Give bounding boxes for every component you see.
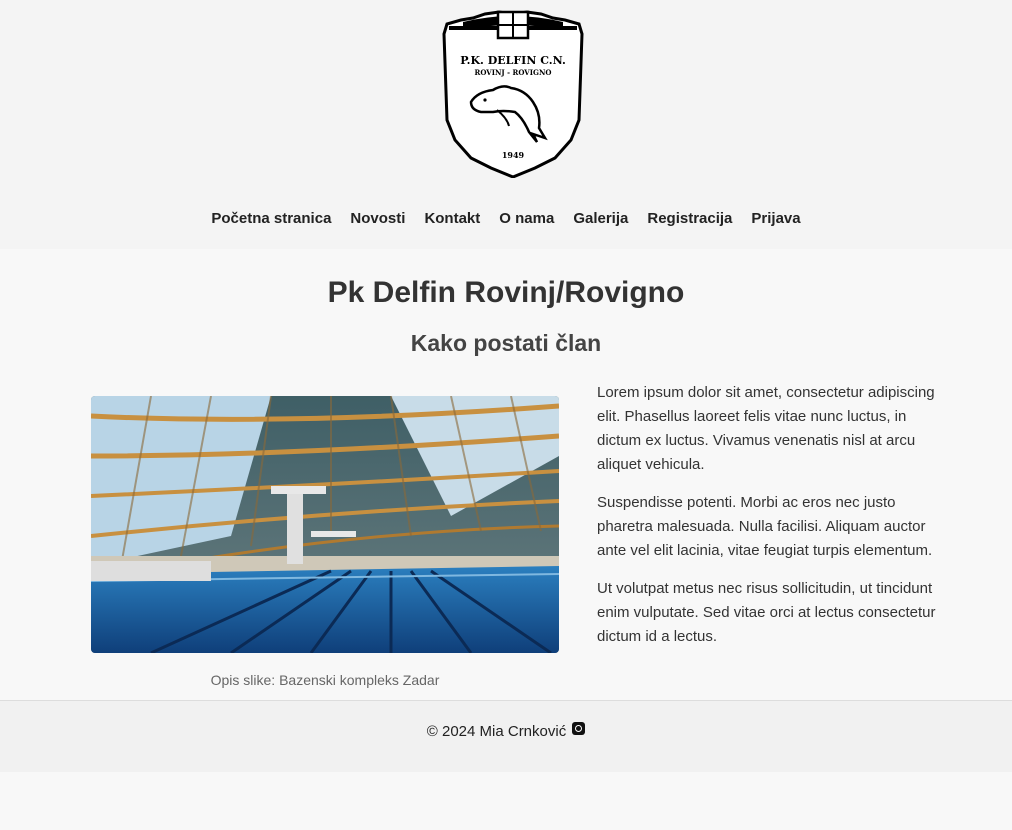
page-title: Pk Delfin Rovinj/Rovigno — [327, 276, 685, 309]
paragraph: Suspendisse potenti. Morbi ac eros nec j… — [597, 494, 933, 559]
logo-city-text: ROVINJ - ROVIGNO — [475, 68, 552, 77]
nav-item-about[interactable]: O nama — [499, 207, 554, 231]
content-text: Lorem ipsum dolor sit amet, consectetur … — [597, 381, 942, 663]
club-crest-logo[interactable]: P.K. DELFIN C.N. ROVINJ - ROVIGNO 1949 — [441, 10, 585, 178]
nav-item-contact[interactable]: Kontakt — [424, 207, 480, 231]
paragraph: Ut volutpat metus nec risus sollicitudin… — [597, 580, 936, 645]
copyright-text: © 2024 Mia Crnković — [426, 723, 567, 740]
site-footer: © 2024 Mia Crnković — [0, 700, 1012, 772]
logo-title-text: P.K. DELFIN C.N. — [460, 54, 566, 67]
nav-item-home[interactable]: Početna stranica — [211, 207, 331, 231]
page-subtitle: Kako postati član — [410, 330, 602, 356]
logo-year-text: 1949 — [502, 150, 525, 160]
pool-photo — [91, 396, 559, 653]
nav-item-news[interactable]: Novosti — [350, 207, 405, 231]
nav-item-register[interactable]: Registracija — [647, 207, 732, 231]
site-header: P.K. DELFIN C.N. ROVINJ - ROVIGNO 1949 P… — [0, 0, 1012, 249]
instagram-icon[interactable] — [572, 722, 586, 735]
main-nav: Početna stranica Novosti Kontakt O nama … — [0, 207, 1012, 231]
paragraph: Lorem ipsum dolor sit amet, consectetur … — [597, 384, 935, 473]
image-caption: Opis slike: Bazenski kompleks Zadar — [210, 672, 440, 688]
nav-item-gallery[interactable]: Galerija — [573, 207, 628, 231]
nav-item-login[interactable]: Prijava — [751, 207, 800, 231]
